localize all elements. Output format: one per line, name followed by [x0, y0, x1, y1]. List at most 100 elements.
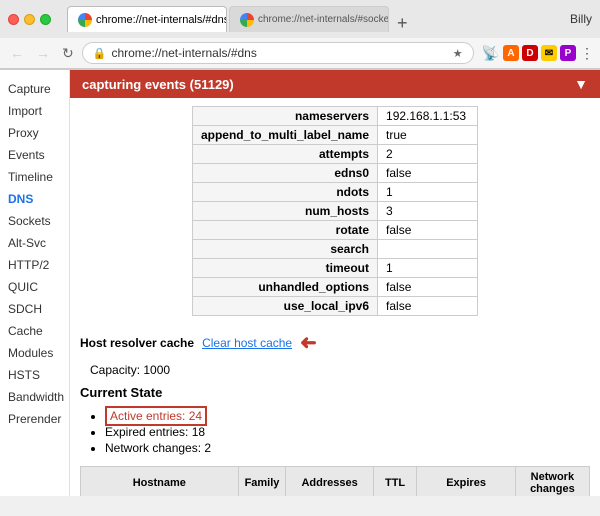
sidebar-item-hsts[interactable]: HSTS — [0, 364, 69, 386]
ext-icon-1[interactable]: A — [503, 45, 519, 61]
sidebar-item-modules[interactable]: Modules — [0, 342, 69, 364]
dns-config-value: 1 — [378, 183, 478, 202]
table-row: nameservers192.168.1.1:53 — [192, 107, 477, 126]
tab-sockets[interactable]: chrome://net-internals/#socke... × — [229, 6, 389, 32]
sidebar-item-altsvc[interactable]: Alt-Svc — [0, 232, 69, 254]
sidebar-item-dns[interactable]: DNS — [0, 188, 69, 210]
sidebar-item-sockets[interactable]: Sockets — [0, 210, 69, 232]
dns-config-value: true — [378, 126, 478, 145]
table-column-header: Network changes — [515, 467, 589, 497]
tab-label: chrome://net-internals/#dns — [96, 14, 227, 26]
maximize-button[interactable] — [40, 14, 51, 25]
content-area: capturing events (51129) ▼ nameservers19… — [70, 70, 600, 496]
clear-host-cache-button[interactable]: Clear host cache — [202, 336, 292, 350]
traffic-lights — [8, 14, 51, 25]
dns-config-section: nameservers192.168.1.1:53append_to_multi… — [70, 98, 600, 324]
dns-config-key: timeout — [192, 259, 377, 278]
table-row: timeout1 — [192, 259, 477, 278]
data-table-wrapper: HostnameFamilyAddressesTTLExpiresNetwork… — [70, 458, 600, 496]
dns-config-value — [378, 240, 478, 259]
sidebar-item-import[interactable]: Import — [0, 100, 69, 122]
sidebar-item-http2[interactable]: HTTP/2 — [0, 254, 69, 276]
ext-icon-3[interactable]: ✉ — [541, 45, 557, 61]
reload-button[interactable]: ↻ — [58, 43, 78, 64]
minimize-button[interactable] — [24, 14, 35, 25]
table-row: ndots1 — [192, 183, 477, 202]
sidebar-item-proxy[interactable]: Proxy — [0, 122, 69, 144]
table-column-header: Expires — [417, 467, 515, 497]
sidebar: Capture Import Proxy Events Timeline DNS… — [0, 70, 70, 496]
table-row: use_local_ipv6false — [192, 297, 477, 316]
host-resolver-row: Host resolver cache Clear host cache ➜ — [70, 324, 600, 361]
capacity-text: Capacity: 1000 — [90, 363, 170, 377]
sidebar-item-cache[interactable]: Cache — [0, 320, 69, 342]
dns-config-value: false — [378, 221, 478, 240]
ext-icon-4[interactable]: P — [560, 45, 576, 61]
dns-config-value: false — [378, 297, 478, 316]
sidebar-item-events[interactable]: Events — [0, 144, 69, 166]
title-bar: chrome://net-internals/#dns × chrome://n… — [0, 0, 600, 38]
dns-config-table: nameservers192.168.1.1:53append_to_multi… — [192, 106, 478, 316]
new-tab-button[interactable]: + — [391, 14, 414, 32]
table-column-header: Family — [238, 467, 286, 497]
dns-config-value: 2 — [378, 145, 478, 164]
sidebar-item-capture[interactable]: Capture — [0, 78, 69, 100]
state-expired-entries: Expired entries: 18 — [105, 424, 580, 440]
browser-chrome: chrome://net-internals/#dns × chrome://n… — [0, 0, 600, 70]
address-bar[interactable]: 🔒 chrome://net-internals/#dns ★ — [82, 42, 474, 64]
sidebar-item-sdch[interactable]: SDCH — [0, 298, 69, 320]
sidebar-item-timeline[interactable]: Timeline — [0, 166, 69, 188]
dns-config-key: nameservers — [192, 107, 377, 126]
dns-config-key: append_to_multi_label_name — [192, 126, 377, 145]
dns-config-key: num_hosts — [192, 202, 377, 221]
expired-entries-value: Expired entries: 18 — [105, 425, 205, 439]
extension-icons: A D ✉ P — [503, 45, 576, 62]
tab-label-2: chrome://net-internals/#socke... — [258, 14, 389, 25]
state-list: Active entries: 24 Expired entries: 18 N… — [70, 406, 600, 458]
dns-config-key: edns0 — [192, 164, 377, 183]
network-changes-value: Network changes: 2 — [105, 441, 211, 455]
arrow-icon: ➜ — [300, 330, 317, 355]
state-network-changes: Network changes: 2 — [105, 440, 580, 456]
banner-text: capturing events (51129) — [82, 77, 234, 92]
host-resolver-label: Host resolver cache — [80, 336, 194, 350]
table-column-header: Addresses — [286, 467, 373, 497]
dns-config-key: rotate — [192, 221, 377, 240]
address-text: chrome://net-internals/#dns — [111, 46, 447, 60]
ext-icon-2[interactable]: D — [522, 45, 538, 61]
back-button[interactable]: ← — [6, 43, 28, 63]
sidebar-item-bandwidth[interactable]: Bandwidth — [0, 386, 69, 408]
dns-config-key: search — [192, 240, 377, 259]
current-state-heading: Current State — [70, 379, 600, 406]
dns-config-key: use_local_ipv6 — [192, 297, 377, 316]
forward-button[interactable]: → — [32, 43, 54, 63]
nav-icons: 📡 A D ✉ P ⋮ — [482, 45, 594, 62]
dns-config-key: ndots — [192, 183, 377, 202]
sidebar-item-prerender[interactable]: Prerender — [0, 408, 69, 430]
table-header: HostnameFamilyAddressesTTLExpiresNetwork… — [81, 467, 590, 497]
banner-arrow[interactable]: ▼ — [574, 76, 588, 92]
active-entries-value: Active entries: 24 — [105, 406, 207, 426]
dns-config-value: 1 — [378, 259, 478, 278]
table-row: unhandled_optionsfalse — [192, 278, 477, 297]
dns-config-value: false — [378, 278, 478, 297]
dns-config-value: 192.168.1.1:53 — [378, 107, 478, 126]
tab-dns[interactable]: chrome://net-internals/#dns × — [67, 6, 227, 32]
dns-config-key: attempts — [192, 145, 377, 164]
tabs-bar: chrome://net-internals/#dns × chrome://n… — [59, 6, 558, 32]
table-row: num_hosts3 — [192, 202, 477, 221]
table-row: append_to_multi_label_nametrue — [192, 126, 477, 145]
cast-icon[interactable]: 📡 — [482, 45, 499, 62]
close-button[interactable] — [8, 14, 19, 25]
capturing-banner: capturing events (51129) ▼ — [70, 70, 600, 98]
main-layout: Capture Import Proxy Events Timeline DNS… — [0, 70, 600, 496]
table-row: attempts2 — [192, 145, 477, 164]
state-active-entries: Active entries: 24 — [105, 408, 580, 424]
dns-config-value: 3 — [378, 202, 478, 221]
nav-bar: ← → ↻ 🔒 chrome://net-internals/#dns ★ 📡 … — [0, 38, 600, 69]
sidebar-item-quic[interactable]: QUIC — [0, 276, 69, 298]
user-name: Billy — [570, 12, 592, 26]
chrome-icon-2 — [240, 13, 254, 27]
table-column-header: Hostname — [81, 467, 239, 497]
menu-icon[interactable]: ⋮ — [580, 45, 594, 62]
